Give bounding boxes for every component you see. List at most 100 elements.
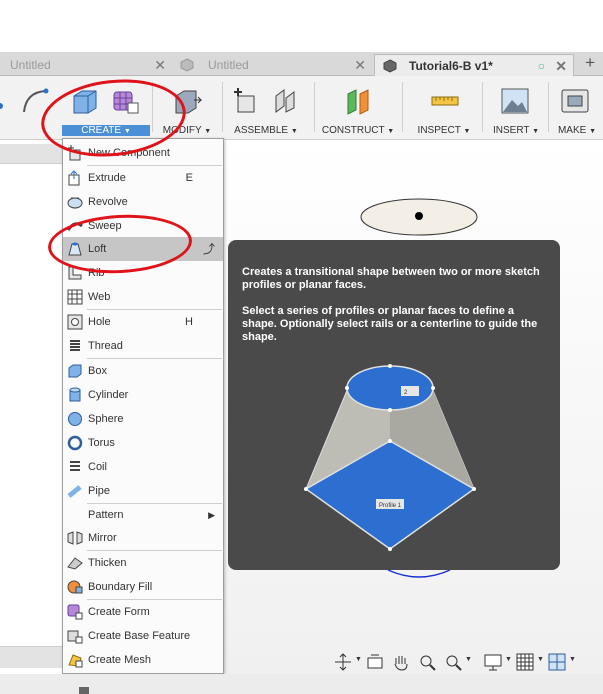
profile-vertex xyxy=(388,547,392,551)
inspect-group[interactable]: INSPECT ▼ xyxy=(412,76,476,140)
profile-tag: Profile 1 xyxy=(379,503,402,509)
menu-item-thread[interactable]: Thread xyxy=(63,334,223,358)
menu-item-create-form[interactable]: Create Form xyxy=(63,600,223,624)
document-tab-2[interactable]: Untitled ✕ xyxy=(172,54,372,76)
insert-group[interactable]: INSERT ▼ xyxy=(486,76,546,140)
loft-icon xyxy=(68,242,82,256)
menu-item-extrude[interactable]: Extrude E xyxy=(63,166,223,190)
profile-vertex xyxy=(388,364,392,368)
menu-item-pipe[interactable]: Pipe xyxy=(63,479,223,503)
hole-icon xyxy=(67,314,83,330)
dropdown-arrow-icon: ▼ xyxy=(123,128,131,135)
navigation-bar: ▼ ▼ ▼ ▼ ▼ xyxy=(333,650,603,674)
modify-menu-button[interactable]: MODIFY ▼ xyxy=(154,125,220,136)
shortcut-label: H xyxy=(185,316,193,328)
dropdown-arrow-icon[interactable]: ▼ xyxy=(355,656,362,663)
document-tab-1[interactable]: Untitled ✕ xyxy=(0,54,172,76)
menu-item-mirror[interactable]: Mirror xyxy=(63,526,223,550)
comments-panel-header[interactable] xyxy=(0,646,62,668)
close-icon[interactable]: ✕ xyxy=(555,55,567,77)
menu-item-torus[interactable]: Torus xyxy=(63,431,223,455)
menu-item-loft[interactable]: Loft ⤴ xyxy=(63,237,223,261)
menu-item-label: Cylinder xyxy=(88,389,129,401)
menu-item-hole[interactable]: Hole H xyxy=(63,310,223,334)
insert-menu-button[interactable]: INSERT ▼ xyxy=(486,125,546,136)
menu-item-label: Create Mesh xyxy=(88,654,151,666)
toolbar-separator xyxy=(152,82,153,132)
menu-item-pattern[interactable]: Pattern ▶ xyxy=(63,503,223,527)
dropdown-arrow-icon[interactable]: ▼ xyxy=(569,656,576,663)
menu-item-label: Revolve xyxy=(88,196,128,208)
sketch-arc-icon[interactable] xyxy=(20,86,50,116)
pan-icon[interactable] xyxy=(391,652,413,672)
menu-item-sweep[interactable]: Sweep xyxy=(63,214,223,238)
menu-item-new-component[interactable]: New Component xyxy=(63,141,223,165)
inspect-label: INSPECT xyxy=(417,125,461,136)
menu-item-boundary-fill[interactable]: Boundary Fill xyxy=(63,575,223,599)
loft-preview-illustration: 2 Profile 1 xyxy=(304,364,476,551)
modify-group[interactable]: MODIFY ▼ xyxy=(154,76,220,140)
menu-item-coil[interactable]: Coil xyxy=(63,455,223,479)
create-group[interactable]: CREATE ▼ xyxy=(62,76,150,140)
construct-menu-button[interactable]: CONSTRUCT ▼ xyxy=(318,125,398,136)
cursor-marker xyxy=(79,687,89,694)
browser-panel-header[interactable] xyxy=(0,144,62,164)
display-settings-icon[interactable] xyxy=(483,652,505,672)
rib-icon xyxy=(68,266,82,280)
make-menu-button[interactable]: MAKE ▼ xyxy=(552,125,602,136)
new-tab-icon[interactable]: + xyxy=(585,53,595,73)
model-bottom-arc xyxy=(387,569,451,578)
close-icon[interactable]: ✕ xyxy=(354,54,366,76)
toolbar-separator xyxy=(402,82,403,132)
dropdown-arrow-icon: ▼ xyxy=(589,128,597,135)
construct-group[interactable]: CONSTRUCT ▼ xyxy=(318,76,398,140)
grid-settings-icon[interactable] xyxy=(515,652,537,672)
viewports-icon[interactable] xyxy=(547,652,569,672)
fit-window-icon[interactable] xyxy=(443,652,465,672)
menu-item-box[interactable]: Box xyxy=(63,359,223,383)
press-pull-icon xyxy=(175,90,202,114)
inspect-menu-button[interactable]: INSPECT ▼ xyxy=(412,125,476,136)
menu-item-cylinder[interactable]: Cylinder xyxy=(63,383,223,407)
dropdown-arrow-icon[interactable]: ▼ xyxy=(505,656,512,663)
menu-item-label: Box xyxy=(88,365,107,377)
profile-vertex xyxy=(388,439,392,443)
cube-icon xyxy=(180,58,194,72)
box-icon xyxy=(68,364,82,378)
menu-item-label: Mirror xyxy=(88,532,117,544)
assemble-group[interactable]: ASSEMBLE ▼ xyxy=(226,76,306,140)
menu-item-rib[interactable]: Rib xyxy=(63,261,223,285)
menu-item-label: Thread xyxy=(88,340,123,352)
measure-icon xyxy=(431,96,459,106)
dropdown-arrow-icon[interactable]: ▼ xyxy=(537,656,544,663)
menu-item-web[interactable]: Web xyxy=(63,285,223,309)
toolbar-separator xyxy=(548,82,549,132)
menu-item-label: Sweep xyxy=(88,220,122,232)
main-toolbar: CREATE ▼ MODIFY ▼ ASSEMBLE ▼ CONSTRUCT ▼… xyxy=(0,76,603,140)
menu-item-create-mesh[interactable]: Create Mesh xyxy=(63,648,223,672)
menu-item-label: Hole xyxy=(88,316,111,328)
dropdown-arrow-icon: ▼ xyxy=(387,128,395,135)
window-top-area xyxy=(0,0,603,52)
make-group[interactable]: MAKE ▼ xyxy=(552,76,602,140)
document-tab-active[interactable]: Tutorial6-B v1* ○ ✕ xyxy=(374,54,574,76)
menu-item-label: Pipe xyxy=(88,485,111,497)
create-menu-button[interactable]: CREATE ▼ xyxy=(62,125,150,136)
menu-item-sphere[interactable]: Sphere xyxy=(63,407,223,431)
menu-item-label: Rib xyxy=(88,267,105,279)
close-icon[interactable]: ✕ xyxy=(154,54,166,76)
assemble-menu-button[interactable]: ASSEMBLE ▼ xyxy=(226,125,306,136)
orbit-icon[interactable] xyxy=(333,652,355,672)
menu-item-label: Pattern xyxy=(88,509,124,521)
profile-vertex xyxy=(431,386,435,390)
dropdown-arrow-icon: ▼ xyxy=(463,128,471,135)
pin-to-toolbar-icon[interactable]: ⤴ xyxy=(203,237,215,261)
look-at-icon[interactable] xyxy=(365,652,387,672)
make-label: MAKE xyxy=(557,125,587,136)
menu-item-thicken[interactable]: Thicken xyxy=(63,551,223,575)
zoom-icon[interactable] xyxy=(417,652,439,672)
menu-item-revolve[interactable]: Revolve xyxy=(63,190,223,214)
dropdown-arrow-icon[interactable]: ▼ xyxy=(465,656,472,663)
menu-item-create-base-feature[interactable]: Create Base Feature xyxy=(63,624,223,648)
sketch-point-icon[interactable] xyxy=(0,86,16,116)
